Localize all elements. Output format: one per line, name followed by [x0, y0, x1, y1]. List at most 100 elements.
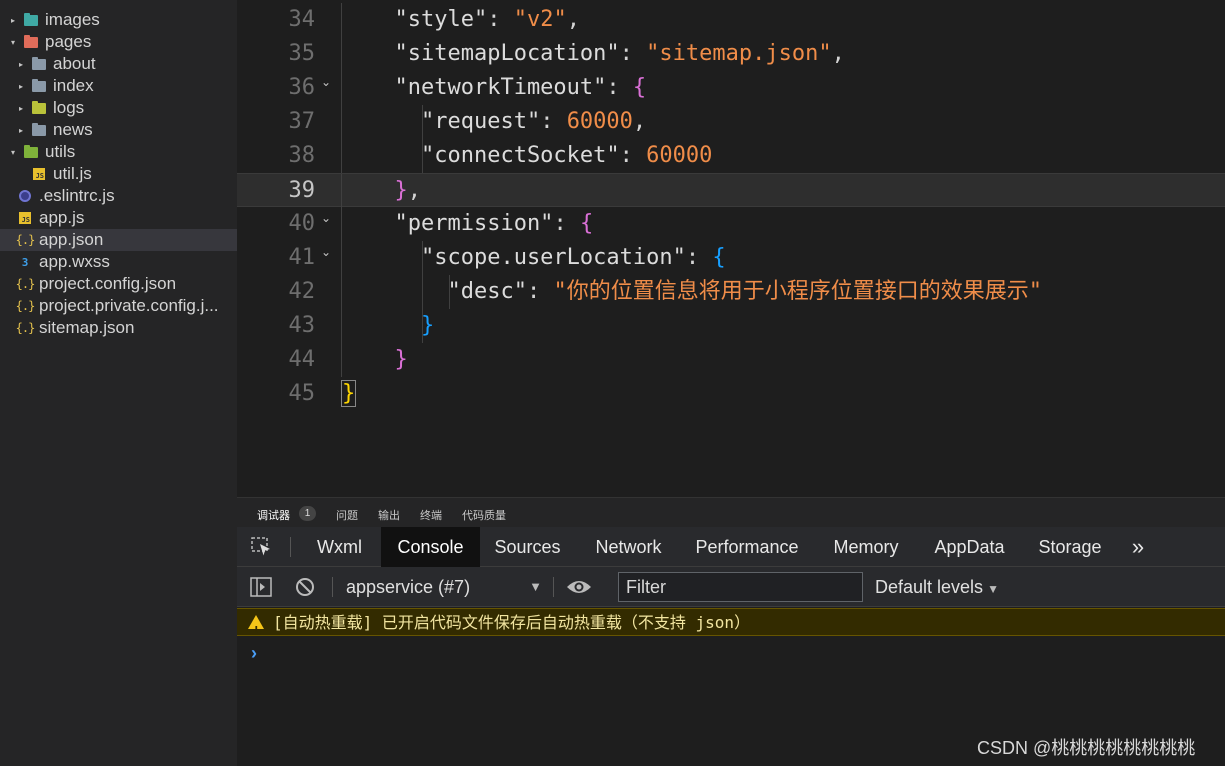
panel-tab-bar: 调试器 1 问题 输出 终端 代码质量: [237, 497, 1225, 527]
indent-guide: [341, 241, 342, 275]
chevron-down-icon: ▼: [987, 582, 999, 596]
eslint-file-icon: [18, 190, 32, 202]
tab-wxml[interactable]: Wxml: [301, 527, 378, 567]
file-tree-label: utils: [45, 142, 76, 161]
console-prompt-icon[interactable]: ›: [251, 643, 257, 664]
code-token: :: [619, 41, 647, 66]
warning-icon: [248, 615, 264, 644]
code-editor[interactable]: 34 "style": "v2", 35 "sitemapLocation": "…: [237, 0, 1225, 497]
code-line[interactable]: 44 }: [237, 343, 1225, 377]
tab-output[interactable]: 输出: [378, 507, 400, 523]
code-token: }: [368, 313, 435, 338]
file-tree-item[interactable]: {.} sitemap.json: [0, 317, 237, 339]
tab-memory[interactable]: Memory: [822, 527, 910, 567]
folder-logs-icon: [32, 100, 46, 114]
code-token: "networkTimeout": [368, 75, 607, 100]
context-selector[interactable]: appservice (#7) ▼: [346, 575, 542, 599]
code-line[interactable]: 41 ⌄ "scope.userLocation": {: [237, 241, 1225, 275]
code-line[interactable]: 39 },: [237, 173, 1225, 208]
clear-console-icon[interactable]: [294, 576, 316, 598]
js-file-icon: JS: [18, 212, 32, 224]
more-tabs-icon[interactable]: »: [1123, 527, 1153, 567]
folder-utils-icon: [24, 144, 38, 158]
fold-chevron-icon[interactable]: ⌄: [321, 201, 331, 235]
code-line[interactable]: 45}: [237, 377, 1225, 411]
file-tree-item[interactable]: ▸ about: [0, 53, 237, 75]
code-line[interactable]: 40 ⌄ "permission": {: [237, 207, 1225, 241]
file-tree-item[interactable]: ▸ news: [0, 119, 237, 141]
chevron-right-icon[interactable]: ▸: [8, 16, 18, 25]
folder-utils-icon-glyph: [24, 144, 38, 158]
tab-code-quality[interactable]: 代码质量: [462, 507, 506, 523]
chevron-right-icon[interactable]: ▸: [16, 126, 26, 135]
line-number: 41: [288, 245, 316, 270]
file-tree-item[interactable]: .eslintrc.js: [0, 185, 237, 207]
file-tree-item[interactable]: ▸ logs: [0, 97, 237, 119]
code-line[interactable]: 36 ⌄ "networkTimeout": {: [237, 71, 1225, 105]
tab-terminal[interactable]: 终端: [420, 507, 442, 523]
code-token: "connectSocket": [368, 143, 620, 168]
code-text: }: [341, 377, 357, 411]
filter-input[interactable]: [618, 572, 863, 602]
tab-debugger[interactable]: 调试器: [257, 507, 290, 523]
file-tree-item[interactable]: ▸ images: [0, 9, 237, 31]
json-file-icon: {.}: [16, 299, 36, 313]
js-file-icon-glyph: JS: [19, 212, 31, 224]
file-tree-item[interactable]: {.} project.config.json: [0, 273, 237, 295]
code-token: 60000: [646, 143, 713, 168]
line-number: 43: [288, 313, 316, 338]
inspect-element-icon[interactable]: [251, 537, 273, 557]
file-tree-item[interactable]: JS app.js: [0, 207, 237, 229]
code-line[interactable]: 43 }: [237, 309, 1225, 343]
file-tree-item[interactable]: ▾ pages: [0, 31, 237, 53]
tab-sources[interactable]: Sources: [482, 527, 573, 567]
tab-storage[interactable]: Storage: [1031, 527, 1109, 567]
file-tree-label: app.json: [39, 230, 104, 249]
file-tree-item[interactable]: ▾ utils: [0, 141, 237, 163]
tab-network[interactable]: Network: [580, 527, 677, 567]
code-text: "networkTimeout": {: [368, 71, 646, 105]
tab-console[interactable]: Console: [381, 527, 480, 567]
tab-performance[interactable]: Performance: [686, 527, 808, 567]
chevron-down-icon[interactable]: ▾: [8, 38, 18, 47]
file-tree-label: app.js: [39, 208, 85, 227]
indent-guide: [341, 71, 342, 105]
file-tree-item[interactable]: JS util.js: [0, 163, 237, 185]
eye-icon[interactable]: [566, 576, 592, 598]
code-text: "style": "v2",: [368, 3, 579, 37]
code-text: "sitemapLocation": "sitemap.json",: [368, 37, 844, 71]
file-explorer: ▸ images ▾ pages ▸ about ▸ index ▸ logs ▸ news ▾ util…: [0, 0, 237, 766]
code-line[interactable]: 37 "request": 60000,: [237, 105, 1225, 139]
code-line[interactable]: 34 "style": "v2",: [237, 3, 1225, 37]
code-line[interactable]: 42 "desc": "你的位置信息将用于小程序位置接口的效果展示": [237, 275, 1225, 309]
file-tree-item[interactable]: ▸ index: [0, 75, 237, 97]
code-line[interactable]: 38 "connectSocket": 60000: [237, 139, 1225, 173]
tab-appdata[interactable]: AppData: [927, 527, 1012, 567]
context-value: appservice (#7): [346, 577, 471, 597]
chevron-right-icon[interactable]: ▸: [16, 60, 26, 69]
indent-guide: [341, 105, 342, 139]
file-tree-item[interactable]: {.} app.json: [0, 229, 237, 251]
chevron-right-icon[interactable]: ▸: [16, 104, 26, 113]
chevron-down-icon[interactable]: ▾: [8, 148, 18, 157]
log-levels-dropdown[interactable]: Default levels ▼: [875, 575, 999, 601]
file-tree-label: .eslintrc.js: [39, 186, 115, 205]
folder-pages-icon-glyph: [24, 34, 38, 48]
fold-chevron-icon[interactable]: ⌄: [321, 235, 331, 269]
code-line[interactable]: 35 "sitemapLocation": "sitemap.json",: [237, 37, 1225, 71]
folder-icon-glyph: [32, 122, 46, 136]
file-tree-item[interactable]: {.} project.private.config.j...: [0, 295, 237, 317]
code-text: }: [368, 309, 434, 343]
toggle-sidebar-icon[interactable]: [250, 576, 272, 598]
code-token: "desc": [368, 279, 527, 304]
file-tree-item[interactable]: 3 app.wxss: [0, 251, 237, 273]
file-tree-label: project.config.json: [39, 274, 177, 293]
fold-chevron-icon[interactable]: ⌄: [321, 65, 331, 99]
line-number: 39: [288, 178, 316, 203]
indent-guide: [341, 37, 342, 71]
tab-problems[interactable]: 问题: [336, 507, 358, 523]
file-tree-label: app.wxss: [39, 252, 110, 271]
chevron-right-icon[interactable]: ▸: [16, 82, 26, 91]
devtools-tab-bar: Wxml Console Sources Network Performance…: [237, 527, 1225, 567]
code-token: }: [368, 347, 408, 372]
